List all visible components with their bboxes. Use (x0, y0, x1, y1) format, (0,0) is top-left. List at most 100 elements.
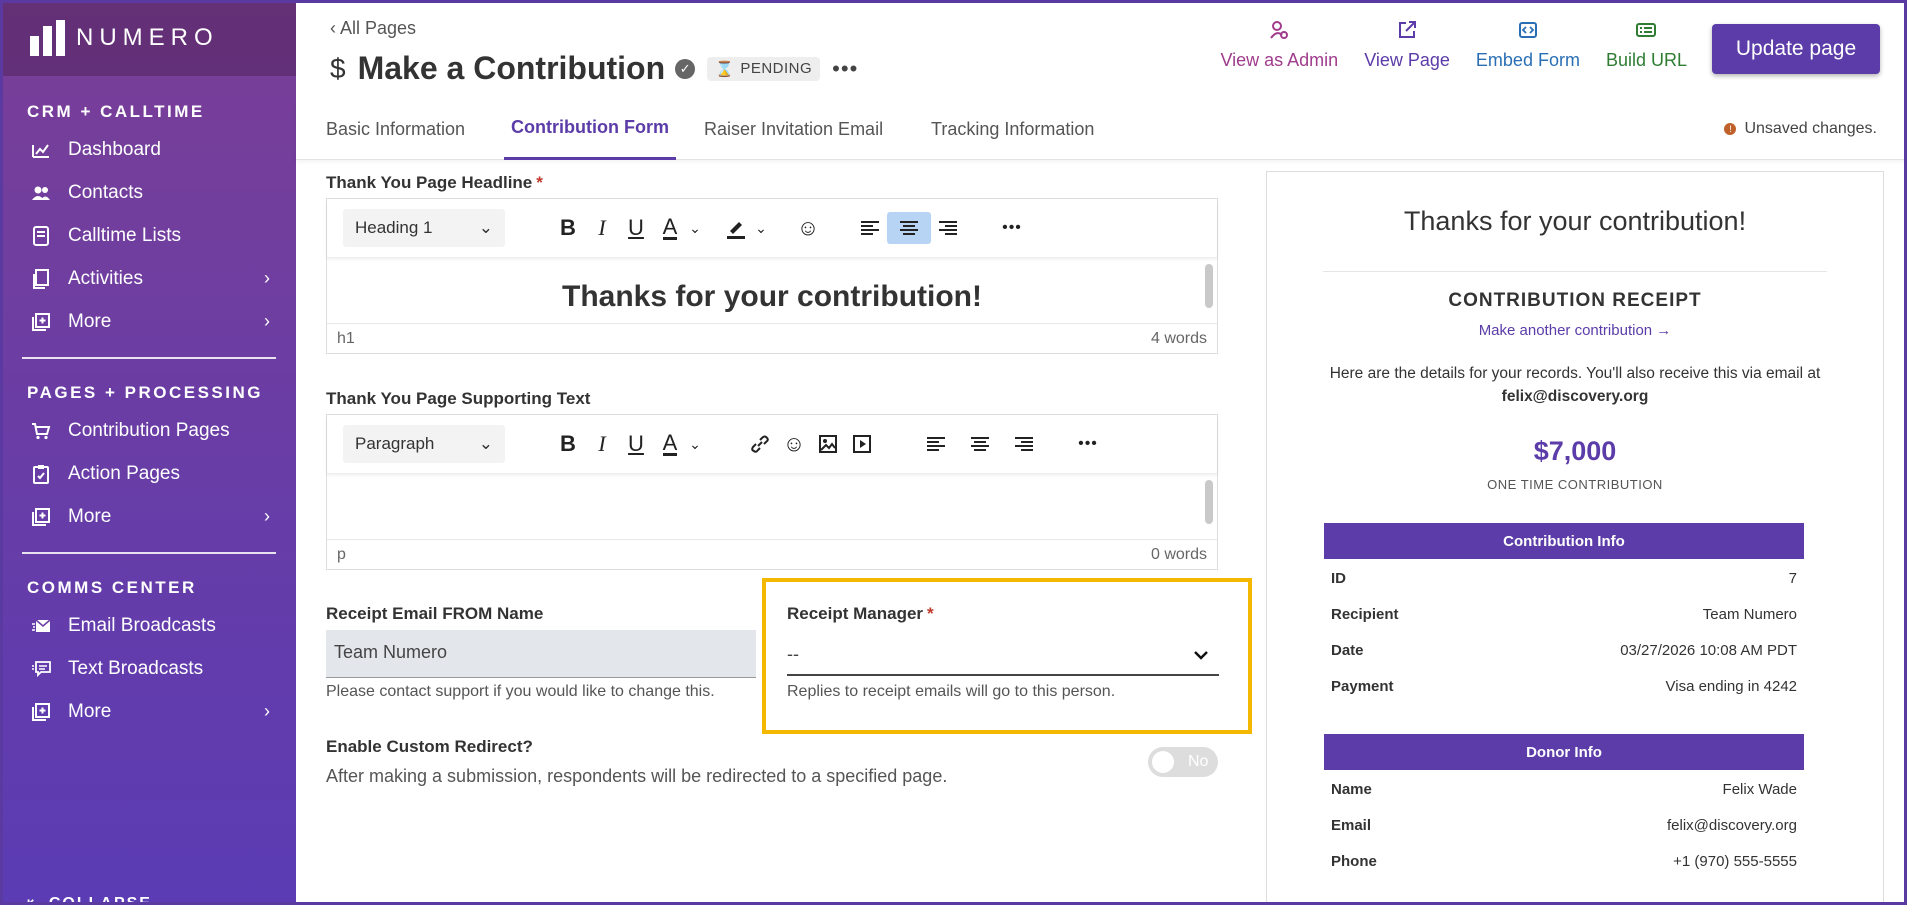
align-left-icon[interactable] (919, 428, 953, 460)
sidebar-item-label: Action Pages (68, 462, 180, 484)
external-link-icon (1397, 20, 1417, 44)
italic-icon[interactable]: I (585, 212, 619, 244)
image-icon[interactable] (811, 428, 845, 460)
headline-label: Thank You Page Headline * (326, 173, 543, 193)
underline-icon[interactable]: U (619, 428, 653, 460)
sidebar-divider (22, 357, 276, 359)
emoji-icon[interactable]: ☺ (777, 428, 811, 460)
view-page-button[interactable]: View Page (1364, 20, 1450, 71)
sidebar-item-contribution-pages[interactable]: Contribution Pages (0, 409, 296, 452)
receipt-details-text: Here are the details for your records. Y… (1327, 362, 1823, 408)
link-icon[interactable] (743, 428, 777, 460)
info-key: Phone (1331, 852, 1377, 870)
info-value: Team Numero (1702, 605, 1797, 623)
receipt-manager-value: -- (787, 643, 799, 664)
scrollbar[interactable] (1205, 480, 1213, 524)
text-color-icon[interactable]: A (653, 428, 687, 460)
text-color-icon[interactable]: A (653, 212, 687, 244)
back-link[interactable]: ‹ All Pages (330, 18, 416, 39)
emoji-icon[interactable]: ☺ (791, 212, 825, 244)
view-as-admin-button[interactable]: View as Admin (1220, 20, 1338, 71)
info-value: 03/27/2026 10:08 AM PDT (1620, 641, 1797, 659)
unsaved-indicator: ! Unsaved changes. (1724, 120, 1877, 138)
tab-contribution-form[interactable]: Contribution Form (504, 98, 676, 160)
update-page-button[interactable]: Update page (1712, 24, 1880, 74)
email-icon (30, 616, 52, 636)
chevron-right-icon: › (264, 311, 270, 331)
word-count: 4 words (1150, 329, 1207, 347)
align-left-icon[interactable] (853, 212, 887, 244)
headline-status-bar: h1 4 words (327, 323, 1217, 353)
more-toolbar-icon[interactable]: ••• (1071, 428, 1105, 460)
info-value: 7 (1788, 569, 1797, 587)
tab-bar: Basic Information Contribution Form Rais… (296, 98, 1907, 160)
plus-square-icon (30, 507, 52, 527)
sidebar-item-more-comms[interactable]: More › (0, 690, 296, 733)
page-header: ‹ All Pages $ Make a Contribution ✓ ⌛ PE… (296, 0, 1907, 98)
sidebar-item-more-pages[interactable]: More › (0, 495, 296, 538)
receipt-title: CONTRIBUTION RECEIPT (1448, 290, 1702, 311)
supporting-content-area[interactable] (327, 473, 1217, 539)
more-options-icon[interactable]: ••• (832, 56, 858, 82)
sidebar-item-label: Text Broadcasts (68, 657, 204, 679)
bold-icon[interactable]: B (551, 428, 585, 460)
receipt-manager-label-text: Receipt Manager (787, 604, 924, 623)
required-marker: * (536, 173, 543, 192)
headline-editor: Heading 1 ⌄ B I U A ⌄ ⌄ ☺ ••• Thanks for … (326, 198, 1218, 354)
tab-tracking-information[interactable]: Tracking Information (931, 98, 1094, 160)
sidebar-item-action-pages[interactable]: Action Pages (0, 452, 296, 495)
highlight-icon[interactable] (719, 212, 753, 244)
sidebar-item-label: More (68, 700, 112, 722)
admin-user-icon (1269, 20, 1289, 44)
chevron-down-icon[interactable]: ⌄ (687, 428, 703, 460)
headline-label-text: Thank You Page Headline (326, 173, 533, 192)
sidebar-item-label: Calltime Lists (68, 224, 181, 246)
title-row: $ Make a Contribution ✓ ⌛ PENDING ••• (330, 50, 858, 87)
chevron-down-icon[interactable]: ⌄ (753, 212, 769, 244)
details-email: felix@discovery.org (1501, 388, 1649, 405)
build-url-button[interactable]: Build URL (1606, 20, 1687, 71)
collapse-button[interactable]: ⇤ COLLAPSE (27, 893, 152, 905)
align-right-icon[interactable] (931, 212, 965, 244)
video-icon[interactable] (845, 428, 879, 460)
chevron-right-icon: › (264, 268, 270, 288)
embed-form-button[interactable]: Embed Form (1476, 20, 1580, 71)
underline-icon[interactable]: U (619, 212, 653, 244)
redirect-toggle[interactable]: No (1148, 747, 1218, 777)
tab-raiser-invitation-email[interactable]: Raiser Invitation Email (704, 98, 883, 160)
block-type-select[interactable]: Heading 1 ⌄ (343, 209, 505, 247)
dollar-icon: $ (330, 52, 346, 84)
details-text: Here are the details for your records. Y… (1329, 365, 1821, 382)
section-title-crm: CRM + CALLTIME (27, 102, 205, 121)
block-type-select[interactable]: Paragraph ⌄ (343, 425, 505, 463)
headline-content-area[interactable]: Thanks for your contribution! (327, 257, 1217, 323)
chevron-down-icon: ⌄ (478, 434, 493, 453)
more-toolbar-icon[interactable]: ••• (995, 212, 1029, 244)
italic-icon[interactable]: I (585, 428, 619, 460)
receipt-manager-select[interactable]: -- (787, 634, 1219, 676)
chevron-down-icon[interactable]: ⌄ (687, 212, 703, 244)
align-center-icon[interactable] (963, 428, 997, 460)
redirect-help: After making a submission, respondents w… (326, 766, 948, 786)
align-center-icon[interactable] (887, 212, 931, 244)
logo[interactable]: NUMERO (0, 0, 296, 76)
bold-icon[interactable]: B (551, 212, 585, 244)
sidebar-item-more-crm[interactable]: More › (0, 300, 296, 343)
element-path: p (337, 545, 346, 563)
sidebar-item-calltime-lists[interactable]: Calltime Lists (0, 214, 296, 257)
supporting-text-editor: Paragraph ⌄ B I U A ⌄ ☺ ••• p 0 words (326, 414, 1218, 570)
sidebar-item-text-broadcasts[interactable]: Text Broadcasts (0, 647, 296, 690)
make-another-contribution-link[interactable]: Make another contribution → (1267, 322, 1883, 339)
sidebar-item-contacts[interactable]: Contacts (0, 171, 296, 214)
sidebar-item-label: Dashboard (68, 138, 161, 160)
info-value: felix@discovery.org (1667, 816, 1797, 834)
info-key: Date (1331, 641, 1364, 659)
scrollbar[interactable] (1205, 264, 1213, 308)
redirect-label: Enable Custom Redirect? (326, 737, 533, 756)
sidebar-item-activities[interactable]: Activities › (0, 257, 296, 300)
align-right-icon[interactable] (1007, 428, 1041, 460)
build-url-label: Build URL (1605, 50, 1687, 70)
tab-basic-information[interactable]: Basic Information (326, 98, 465, 160)
sidebar-item-dashboard[interactable]: Dashboard (0, 128, 296, 171)
sidebar-item-email-broadcasts[interactable]: Email Broadcasts (0, 604, 296, 647)
